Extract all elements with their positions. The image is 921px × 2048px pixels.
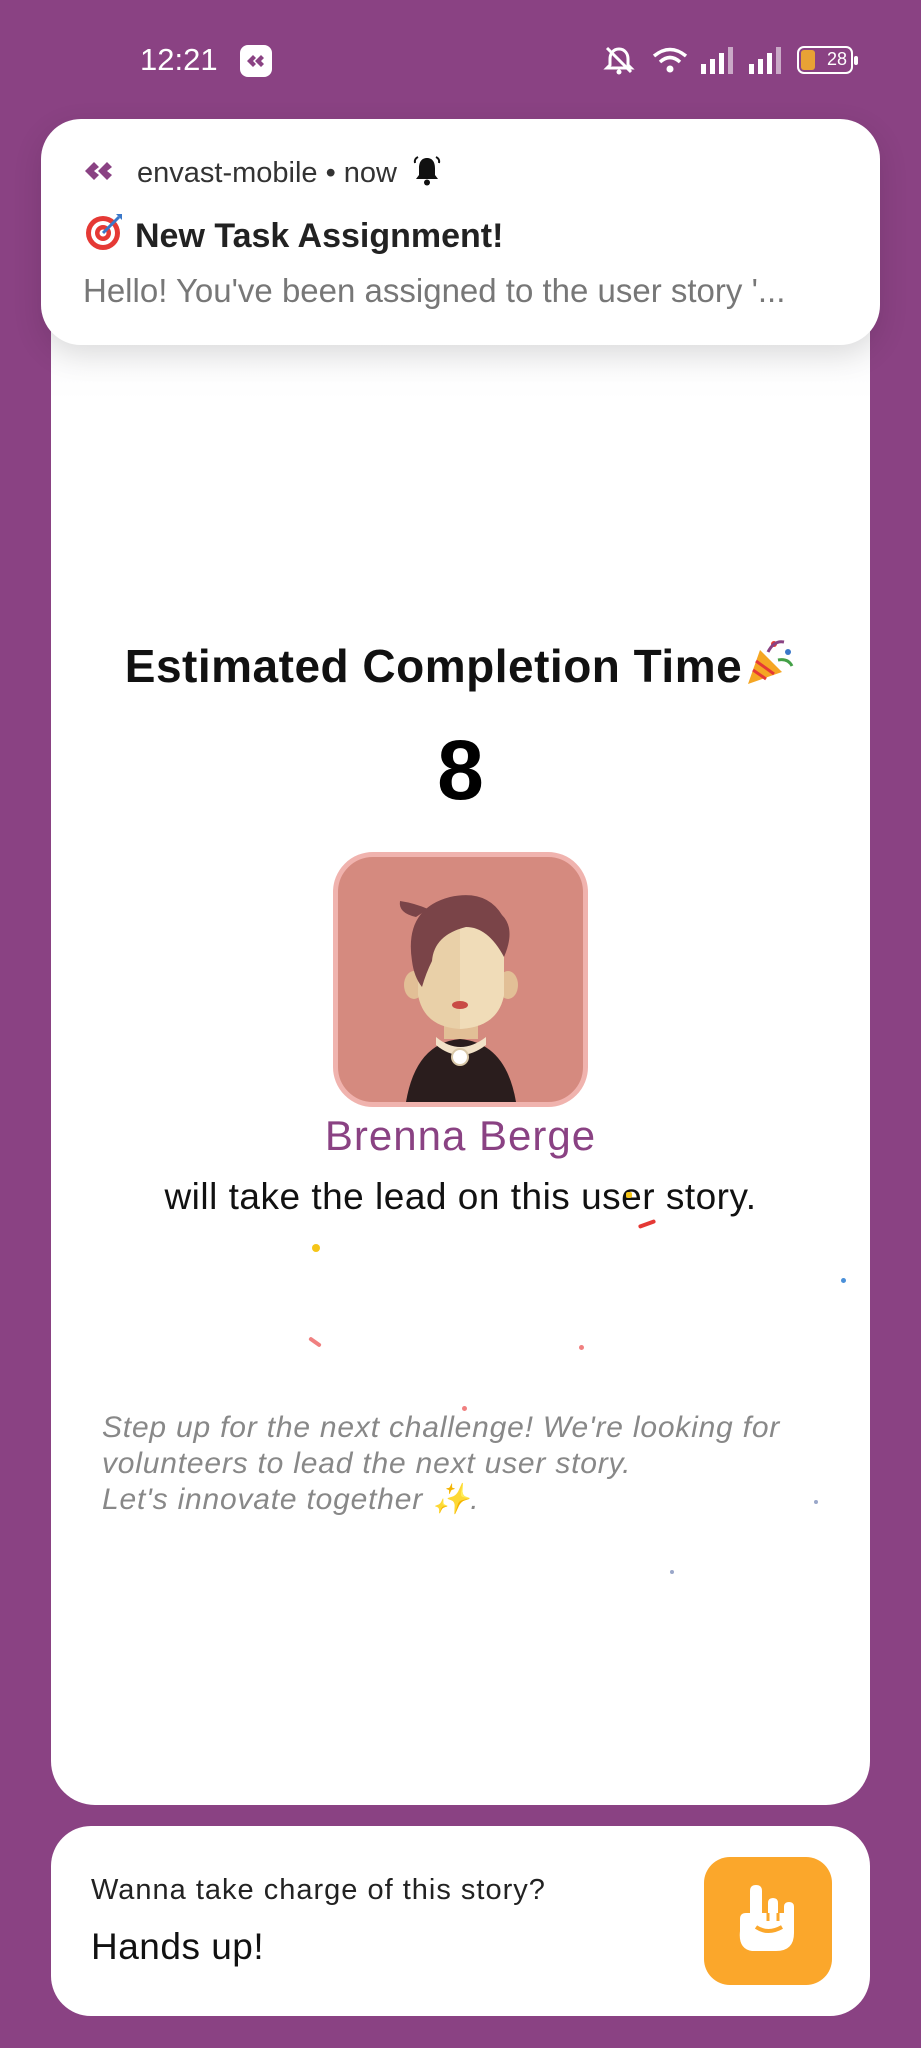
- confetti-piece: [841, 1278, 846, 1283]
- signal-icon: [701, 46, 737, 74]
- mute-icon: [599, 44, 639, 76]
- confetti-piece: [626, 1192, 632, 1198]
- status-bar: 12:21 28: [0, 0, 921, 110]
- confetti-piece: [312, 1244, 320, 1252]
- heading-text: Estimated Completion Time: [124, 640, 743, 692]
- confetti-piece: [670, 1570, 674, 1574]
- signal-icon: [749, 46, 785, 74]
- notification-header: envast-mobile • now: [83, 155, 443, 192]
- lead-text: will take the lead on this user story.: [164, 1176, 757, 1217]
- volunteer-line: Let's innovate together ✨.: [102, 1483, 480, 1516]
- take-charge-question: Wanna take charge of this story?: [91, 1874, 546, 1906]
- wifi-icon: [651, 45, 689, 75]
- hands-up-card: Wanna take charge of this story? Hands u…: [51, 1826, 870, 2016]
- party-popper-icon: [744, 636, 796, 699]
- volunteer-line: volunteers to lead the next user story.: [102, 1447, 632, 1480]
- status-icons: 28: [599, 44, 858, 76]
- completion-time-heading: Estimated Completion Time: [51, 636, 870, 699]
- hands-up-button[interactable]: [704, 1857, 832, 1985]
- app-logo-icon: [83, 158, 123, 189]
- notification-body: Hello! You've been assigned to the user …: [83, 272, 786, 309]
- bell-icon: [411, 155, 443, 192]
- hands-up-label: Hands up!: [91, 1926, 265, 1967]
- notification-banner[interactable]: envast-mobile • now New Task Assignment!…: [41, 119, 880, 345]
- estimate-value: 8: [437, 723, 484, 817]
- battery-icon: 28: [797, 46, 858, 74]
- hand-raise-icon: [728, 1879, 808, 1964]
- notification-title-row: New Task Assignment!: [83, 211, 503, 262]
- target-icon: [83, 211, 125, 262]
- battery-level: 28: [826, 49, 847, 69]
- confetti-piece: [579, 1345, 584, 1350]
- app-badge-icon: [240, 45, 272, 77]
- avatar: [333, 852, 588, 1107]
- assignee-name: Brenna Berge: [324, 1112, 597, 1159]
- notification-app-name: envast-mobile • now: [137, 157, 397, 189]
- volunteer-line: Step up for the next challenge! We're lo…: [102, 1411, 781, 1444]
- volunteer-message: Step up for the next challenge! We're lo…: [102, 1410, 822, 1518]
- notification-title: New Task Assignment!: [135, 217, 504, 255]
- status-time: 12:21: [140, 42, 218, 77]
